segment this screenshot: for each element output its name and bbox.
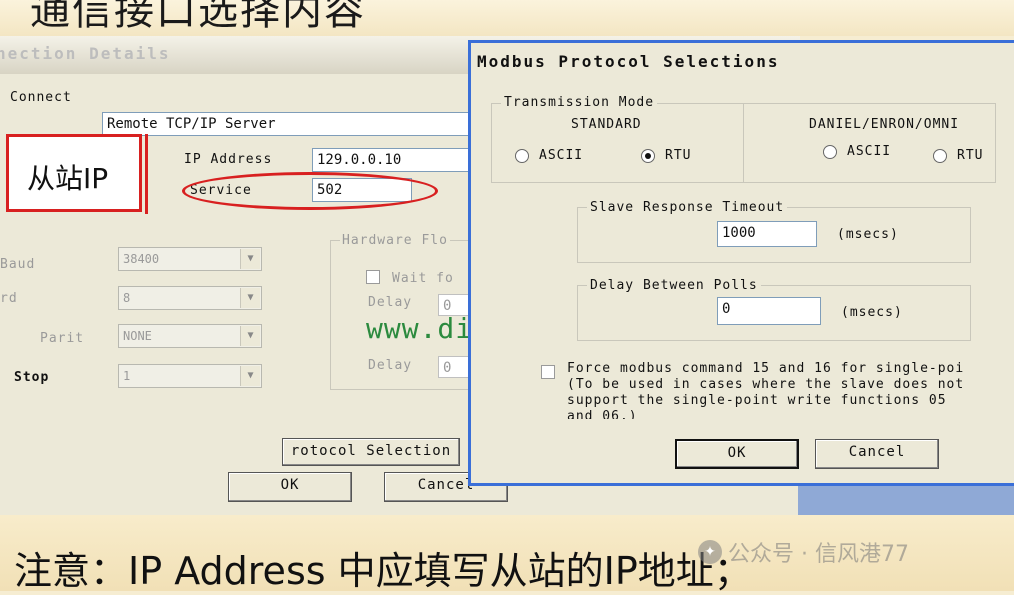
slide-title-bar: 通信接口选择内容	[0, 0, 1014, 36]
stop-bits-label: Stop	[14, 370, 50, 385]
chevron-down-icon: ▼	[240, 366, 260, 386]
background-window-strip	[798, 486, 1014, 516]
parity-select[interactable]: NONE ▼	[118, 324, 262, 348]
delay2-field[interactable]: 0	[438, 356, 472, 378]
slave-ip-annotation: 从站IP	[6, 134, 142, 212]
wechat-icon: ✦	[698, 540, 722, 564]
modbus-ok-button[interactable]: OK	[675, 439, 799, 469]
footer-note: 注意：IP Address 中应填写从站的IP地址；	[14, 549, 752, 593]
chevron-down-icon: ▼	[240, 326, 260, 346]
protocol-selection-button[interactable]: rotocol Selection	[282, 438, 460, 466]
force-line-1: Force modbus command 15 and 16 for singl…	[567, 361, 965, 376]
wait-for-checkbox[interactable]	[366, 270, 380, 284]
ip-address-field[interactable]: 129.0.0.10	[312, 148, 472, 172]
delay-between-polls-title: Delay Between Polls	[587, 278, 761, 293]
daniel-rtu-radio[interactable]	[933, 149, 947, 163]
data-bits-value: 8	[123, 291, 131, 305]
slide-title: 通信接口选择内容	[30, 0, 366, 34]
modbus-dialog-title: Modbus Protocol Selections	[471, 43, 1014, 79]
data-bits-select[interactable]: 8 ▼	[118, 286, 262, 310]
force-modbus-text: Force modbus command 15 and 16 for singl…	[567, 361, 964, 419]
data-bits-label: rd	[0, 291, 18, 306]
modbus-protocol-dialog: Modbus Protocol Selections Transmission …	[468, 40, 1014, 486]
delay-unit-label: (msecs)	[841, 305, 903, 320]
connection-ok-button[interactable]: OK	[228, 472, 352, 502]
standard-rtu-radio[interactable]	[641, 149, 655, 163]
standard-ascii-label: ASCII	[539, 148, 584, 163]
hardware-flow-title: Hardware Flo	[340, 233, 450, 248]
chevron-down-icon: ▼	[240, 249, 260, 269]
delay-between-polls-field[interactable]: 0	[717, 297, 821, 325]
baud-label: Baud	[0, 257, 36, 272]
parity-value: NONE	[123, 329, 152, 343]
slave-response-timeout-field[interactable]: 1000	[717, 221, 817, 247]
daniel-rtu-label: RTU	[957, 148, 984, 163]
slave-ip-annotation-text: 从站IP	[27, 162, 109, 195]
parity-label: Parit	[40, 331, 85, 346]
watermark: ✦ 公众号 · 信风港77	[698, 536, 909, 568]
ip-address-label: IP Address	[184, 152, 273, 167]
connect-label: Connect	[10, 90, 72, 105]
annotation-bracket	[145, 134, 148, 214]
chevron-down-icon: ▼	[240, 288, 260, 308]
force-line-4: and 06.)	[567, 409, 638, 419]
baud-value: 38400	[123, 252, 160, 266]
wait-for-label: Wait fo	[392, 271, 454, 286]
daniel-ascii-radio[interactable]	[823, 145, 837, 159]
daniel-ascii-label: ASCII	[847, 144, 892, 159]
stop-bits-select[interactable]: 1 ▼	[118, 364, 262, 388]
transmission-divider	[743, 103, 744, 183]
stop-bits-value: 1	[123, 369, 131, 383]
daniel-label: DANIEL/ENRON/OMNI	[809, 117, 960, 132]
service-highlight-ellipse	[182, 172, 438, 210]
baud-select[interactable]: 38400 ▼	[118, 247, 262, 271]
standard-ascii-radio[interactable]	[515, 149, 529, 163]
force-line-2: (To be used in cases where the slave doe…	[567, 377, 965, 392]
delay2-label: Delay	[368, 358, 413, 373]
standard-rtu-label: RTU	[665, 148, 692, 163]
transmission-mode-title: Transmission Mode	[501, 95, 658, 110]
force-line-3: support the single-point write functions…	[567, 393, 947, 408]
watermark-text: 公众号 · 信风港77	[728, 542, 909, 567]
connection-details-title: nection Details	[0, 44, 171, 63]
delay-label: Delay	[368, 295, 413, 310]
modbus-cancel-button[interactable]: Cancel	[815, 439, 939, 469]
timeout-unit-label: (msecs)	[837, 227, 899, 242]
standard-label: STANDARD	[571, 117, 642, 132]
connect-field[interactable]: Remote TCP/IP Server	[102, 112, 472, 136]
force-modbus-checkbox[interactable]	[541, 365, 555, 379]
slave-response-timeout-title: Slave Response Timeout	[587, 200, 788, 215]
